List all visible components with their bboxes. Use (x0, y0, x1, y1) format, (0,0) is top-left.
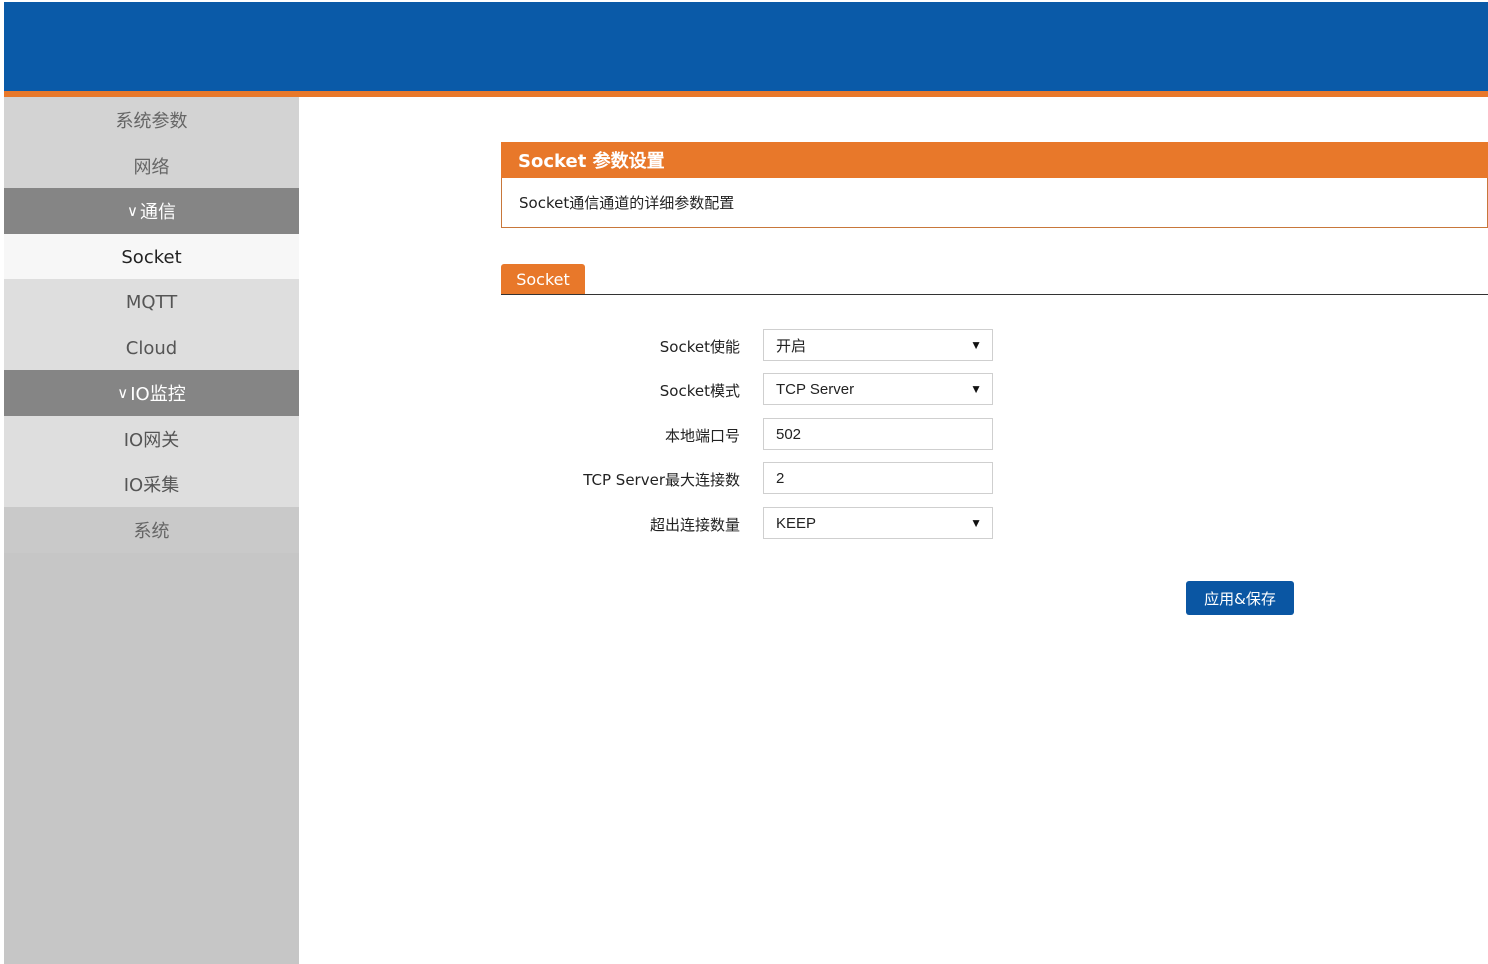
panel-title: Socket 参数设置 (501, 142, 1488, 178)
sidebar-group-io-monitor[interactable]: ∨ IO监控 (4, 370, 299, 416)
sidebar-item-label: Socket (121, 246, 182, 268)
select-value: TCP Server (776, 380, 855, 398)
chevron-down-icon: ∨ (127, 202, 138, 220)
sidebar-item-label: Cloud (125, 337, 178, 359)
socket-mode-select[interactable]: TCP Server ▼ (763, 373, 993, 405)
socket-enable-select[interactable]: 开启 ▼ (763, 329, 993, 361)
sidebar-item-label: 网络 (133, 157, 170, 178)
sidebar-item-label: MQTT (125, 291, 178, 313)
sidebar-item-label: IO监控 (130, 384, 186, 405)
exceed-connections-select[interactable]: KEEP ▼ (763, 507, 993, 539)
sidebar-item-label: IO采集 (123, 475, 180, 496)
sidebar-item-socket[interactable]: Socket (4, 234, 299, 280)
select-value: KEEP (776, 514, 817, 532)
sidebar-group-communication[interactable]: ∨ 通信 (4, 188, 299, 234)
sidebar-item-system[interactable]: 系统 (4, 507, 299, 553)
sidebar-item-label: IO网关 (123, 430, 180, 451)
socket-mode-label: Socket模式 (659, 381, 740, 400)
max-connections-label: TCP Server最大连接数 (583, 470, 740, 489)
sidebar-item-io-gateway[interactable]: IO网关 (4, 416, 299, 462)
sidebar-nav: 系统参数 网络 ∨ 通信 Socket MQTT Cloud ∨ IO监控 IO… (4, 97, 299, 964)
tab-socket[interactable]: Socket (501, 264, 585, 294)
sidebar-item-label: 系统参数 (115, 111, 188, 132)
apply-save-button[interactable]: 应用&保存 (1186, 581, 1294, 615)
chevron-down-icon: ∨ (117, 384, 129, 402)
sidebar-item-label: 系统 (133, 521, 170, 542)
sidebar-item-mqtt[interactable]: MQTT (4, 279, 299, 325)
chevron-down-icon: ▼ (970, 338, 982, 352)
select-value: 开启 (776, 337, 807, 355)
input-value: 2 (776, 469, 785, 487)
tab-divider (501, 294, 1488, 295)
sidebar-item-cloud[interactable]: Cloud (4, 325, 299, 371)
local-port-label: 本地端口号 (664, 426, 740, 445)
sidebar-item-io-acquisition[interactable]: IO采集 (4, 461, 299, 507)
top-header-bar (4, 2, 1488, 91)
sidebar-item-label: 通信 (139, 202, 176, 223)
max-connections-input[interactable]: 2 (763, 462, 993, 494)
panel-description: Socket通信通道的详细参数配置 (501, 178, 1488, 228)
chevron-down-icon: ▼ (970, 382, 982, 396)
exceed-connections-label: 超出连接数量 (649, 515, 740, 534)
sidebar-item-network[interactable]: 网络 (4, 143, 299, 189)
sidebar-item-system-params[interactable]: 系统参数 (4, 97, 299, 143)
local-port-input[interactable]: 502 (763, 418, 993, 450)
chevron-down-icon: ▼ (970, 516, 982, 530)
input-value: 502 (776, 425, 802, 443)
socket-enable-label: Socket使能 (659, 337, 740, 356)
